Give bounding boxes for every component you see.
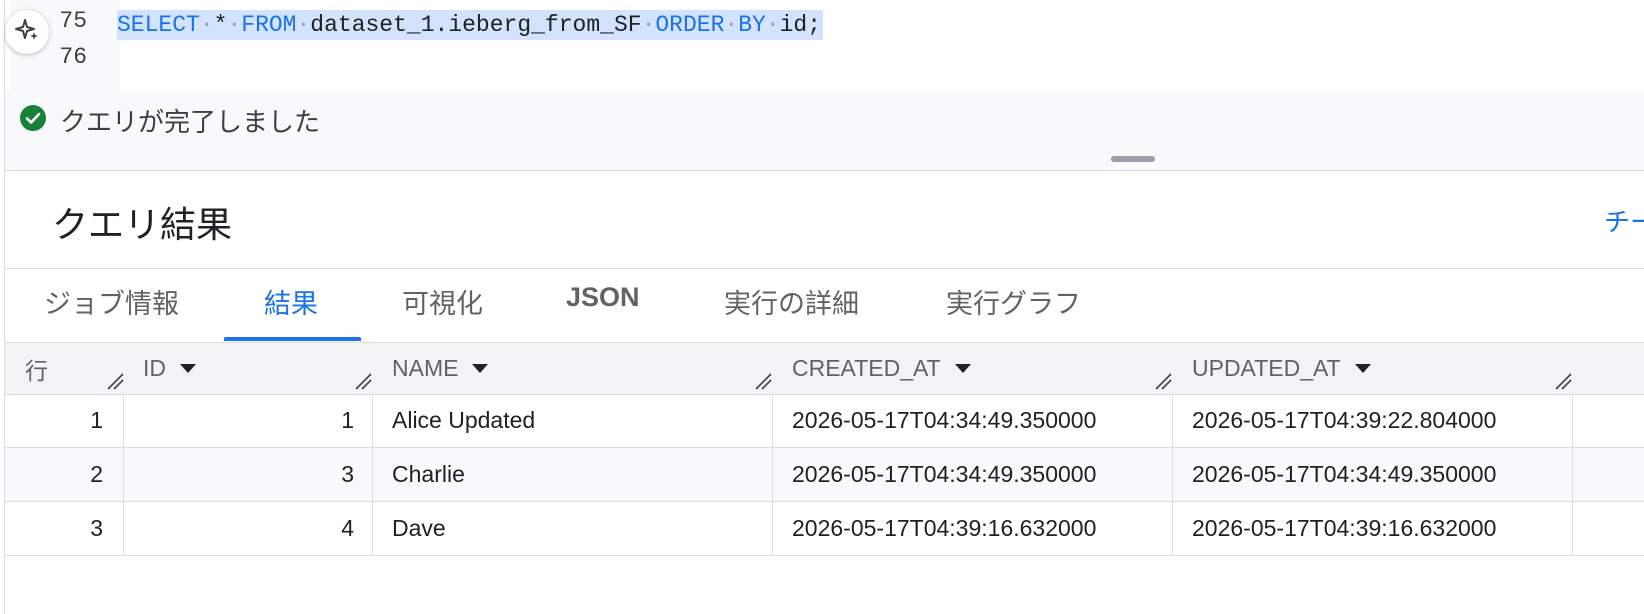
- sql-token: *: [213, 12, 228, 38]
- column-header-created-at[interactable]: CREATED_AT: [792, 343, 971, 394]
- results-action-link[interactable]: チー: [1604, 202, 1644, 239]
- column-header-name[interactable]: NAME: [392, 343, 489, 394]
- selected-code[interactable]: SELECT·*·FROM·dataset_1.ieberg_from_SF·O…: [117, 10, 824, 40]
- sql-keyword: BY: [738, 12, 766, 38]
- column-header-row: 行: [25, 357, 48, 384]
- whitespace-marker: ·: [199, 12, 214, 38]
- column-header-id[interactable]: ID: [143, 343, 196, 394]
- whitespace-marker: ·: [296, 12, 311, 38]
- sql-keyword: SELECT: [117, 12, 200, 38]
- gemini-assist-button[interactable]: [5, 10, 49, 54]
- whitespace-marker: ·: [227, 12, 242, 38]
- tab-results[interactable]: 結果: [264, 282, 318, 321]
- name-cell[interactable]: Alice Updated: [392, 394, 535, 447]
- query-status-bar: クエリが完了しました: [5, 90, 1644, 171]
- row-number-cell: 2: [90, 461, 103, 487]
- code-line[interactable]: SELECT·*·FROM·dataset_1.ieberg_from_SF·O…: [117, 8, 824, 42]
- tab-visualization[interactable]: 可視化: [402, 282, 483, 321]
- check-circle-icon: [19, 104, 47, 132]
- status-text: クエリが完了しました: [60, 107, 321, 137]
- sql-token: id;: [779, 12, 822, 38]
- sort-caret-icon[interactable]: [1354, 364, 1371, 373]
- sort-caret-icon[interactable]: [954, 364, 971, 373]
- table-row[interactable]: 2 3 Charlie 2026-05-17T04:34:49.350000 2…: [5, 448, 1644, 502]
- tab-execution-details[interactable]: 実行の詳細: [724, 282, 859, 321]
- column-resize-icon[interactable]: [353, 371, 373, 391]
- tab-execution-graph[interactable]: 実行グラフ: [946, 282, 1081, 321]
- tab-json[interactable]: JSON: [566, 282, 640, 313]
- id-cell[interactable]: 3: [124, 448, 354, 501]
- column-divider: [123, 394, 124, 556]
- sql-token: dataset_1.ieberg_from_SF: [310, 12, 642, 38]
- column-divider: [772, 394, 773, 556]
- active-tab-indicator: [224, 337, 361, 341]
- updated-at-cell[interactable]: 2026-05-17T04:34:49.350000: [1192, 448, 1496, 501]
- sql-editor[interactable]: 75 76 SELECT·*·FROM·dataset_1.ieberg_fro…: [5, 0, 1644, 90]
- updated-at-cell[interactable]: 2026-05-17T04:39:22.804000: [1192, 394, 1496, 447]
- created-at-cell[interactable]: 2026-05-17T04:39:16.632000: [792, 502, 1096, 555]
- results-title: クエリ結果: [52, 204, 233, 245]
- whitespace-marker: ·: [765, 12, 780, 38]
- column-divider: [1172, 394, 1173, 556]
- updated-at-cell[interactable]: 2026-05-17T04:39:16.632000: [1192, 502, 1496, 555]
- table-header: 行 ID NAME CREATED_AT UPDATED_AT: [5, 342, 1644, 395]
- column-divider: [372, 394, 373, 556]
- tab-job-info[interactable]: ジョブ情報: [44, 282, 179, 321]
- column-resize-icon[interactable]: [105, 371, 125, 391]
- name-cell[interactable]: Charlie: [392, 448, 465, 501]
- column-resize-icon[interactable]: [753, 371, 773, 391]
- row-number-cell: 1: [90, 407, 103, 433]
- created-at-cell[interactable]: 2026-05-17T04:34:49.350000: [792, 448, 1096, 501]
- row-number-cell: 3: [90, 515, 103, 541]
- table-row[interactable]: 3 4 Dave 2026-05-17T04:39:16.632000 2026…: [5, 502, 1644, 556]
- sql-keyword: FROM: [241, 12, 297, 38]
- column-resize-icon[interactable]: [1153, 371, 1173, 391]
- sql-keyword: ORDER: [655, 12, 725, 38]
- created-at-cell[interactable]: 2026-05-17T04:34:49.350000: [792, 394, 1096, 447]
- table-row[interactable]: 1 1 Alice Updated 2026-05-17T04:34:49.35…: [5, 394, 1644, 448]
- name-cell[interactable]: Dave: [392, 502, 446, 555]
- sort-caret-icon[interactable]: [180, 364, 196, 373]
- line-number: 76: [59, 44, 87, 70]
- divider: [5, 268, 1644, 269]
- bigquery-page: 75 76 SELECT·*·FROM·dataset_1.ieberg_fro…: [0, 0, 1644, 614]
- sparkle-icon: [14, 17, 40, 48]
- sort-caret-icon[interactable]: [472, 364, 489, 373]
- whitespace-marker: ·: [724, 12, 739, 38]
- id-cell[interactable]: 4: [124, 502, 354, 555]
- column-resize-icon[interactable]: [1553, 371, 1573, 391]
- whitespace-marker: ·: [641, 12, 656, 38]
- line-number: 75: [59, 8, 87, 34]
- panel-resize-handle[interactable]: [1111, 156, 1155, 162]
- id-cell[interactable]: 1: [124, 394, 354, 447]
- column-header-updated-at[interactable]: UPDATED_AT: [1192, 343, 1371, 394]
- column-divider: [1572, 394, 1573, 556]
